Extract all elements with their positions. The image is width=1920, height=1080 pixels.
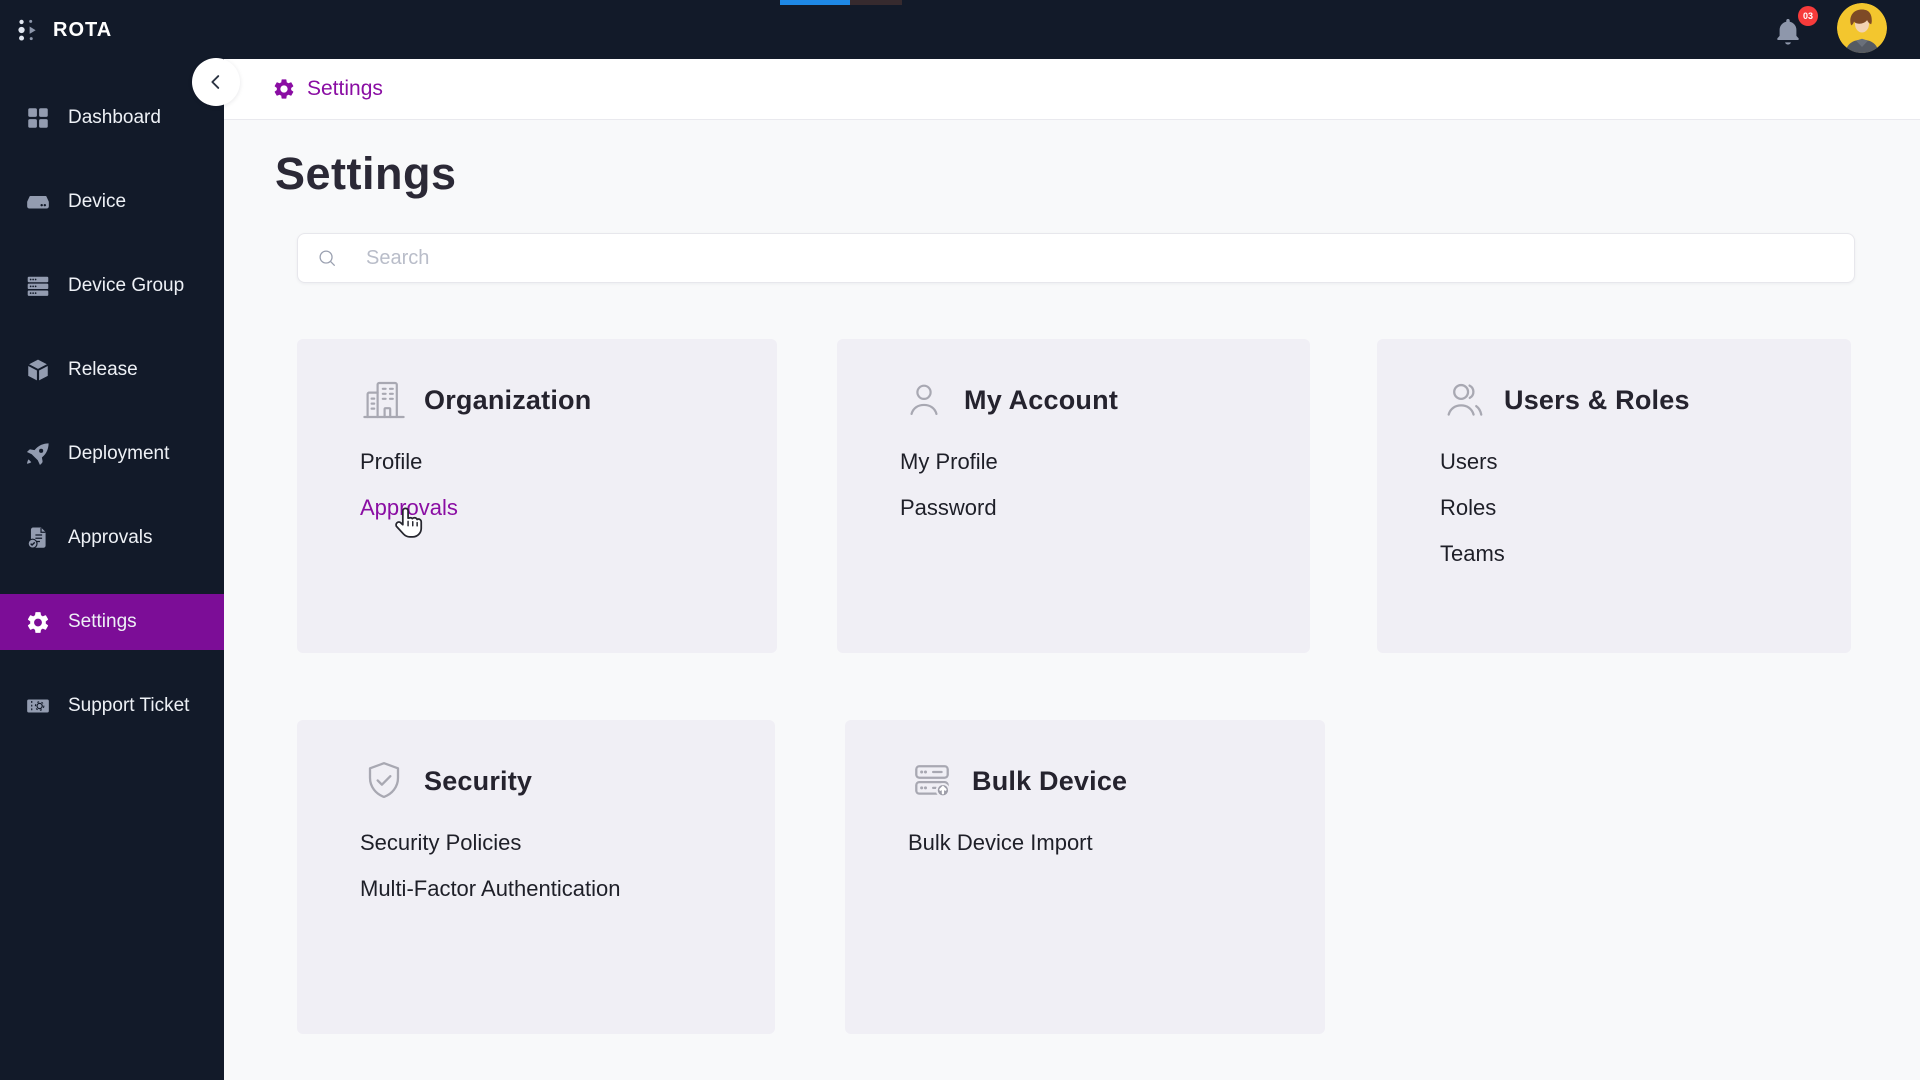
user-icon — [900, 376, 948, 424]
link-teams[interactable]: Teams — [1440, 541, 1505, 567]
sidebar: ROTA Dashboard Device Device Group Relea… — [0, 0, 224, 1080]
search-input[interactable] — [366, 246, 1854, 270]
shield-check-icon — [360, 757, 408, 805]
notification-badge: 03 — [1798, 6, 1818, 26]
device-icon — [25, 189, 51, 215]
card-header: Bulk Device — [908, 756, 1325, 806]
sidebar-item-device-group[interactable]: Device Group — [0, 258, 224, 314]
card-title: Users & Roles — [1504, 384, 1690, 415]
users-icon — [1440, 376, 1488, 424]
card-security: Security Security Policies Multi-Factor … — [297, 720, 775, 1034]
topbar: 03 — [0, 0, 1920, 60]
sidebar-item-support-ticket[interactable]: Support Ticket — [0, 678, 224, 734]
link-approvals[interactable]: Approvals — [360, 495, 458, 521]
sidebar-item-device[interactable]: Device — [0, 174, 224, 230]
sidebar-item-label: Deployment — [68, 443, 170, 464]
search-icon — [319, 250, 335, 266]
link-roles[interactable]: Roles — [1440, 495, 1496, 521]
card-links: Bulk Device Import — [908, 830, 1325, 876]
approvals-icon — [25, 525, 51, 551]
card-my-account: My Account My Profile Password — [837, 339, 1310, 653]
link-security-policies[interactable]: Security Policies — [360, 830, 521, 856]
search-bar — [297, 233, 1855, 283]
notifications-button[interactable]: 03 — [1772, 6, 1818, 52]
loading-bar — [780, 0, 850, 5]
card-links: Profile Approvals — [360, 449, 777, 541]
sidebar-item-label: Approvals — [68, 527, 153, 548]
loading-bar-track — [850, 0, 902, 5]
server-upload-icon — [908, 757, 956, 805]
sidebar-item-label: Device — [68, 191, 127, 212]
card-links: Security Policies Multi-Factor Authentic… — [360, 830, 775, 922]
app-screen: 03 ROTA Dashboard Device Device Group Re… — [0, 0, 1920, 1080]
card-title: Security — [424, 765, 533, 796]
card-title: Organization — [424, 384, 592, 415]
breadcrumb[interactable]: Settings — [307, 77, 383, 101]
app-logo: ROTA — [0, 0, 224, 60]
settings-icon — [25, 609, 51, 635]
card-links: Users Roles Teams — [1440, 449, 1851, 587]
app-name: ROTA — [53, 18, 113, 41]
link-password[interactable]: Password — [900, 495, 997, 521]
card-bulk-device: Bulk Device Bulk Device Import — [845, 720, 1325, 1034]
card-header: My Account — [900, 375, 1310, 425]
device-group-icon — [25, 273, 51, 299]
dashboard-icon — [25, 105, 51, 131]
sidebar-item-label: Release — [68, 359, 138, 380]
deployment-icon — [25, 441, 51, 467]
sidebar-item-label: Device Group — [68, 275, 185, 296]
sidebar-item-label: Settings — [68, 611, 137, 632]
sidebar-collapse-button[interactable] — [192, 58, 240, 106]
building-icon — [360, 376, 408, 424]
card-title: Bulk Device — [972, 765, 1128, 796]
rota-logo-icon — [18, 19, 36, 41]
card-links: My Profile Password — [900, 449, 1310, 541]
sidebar-item-label: Support Ticket — [68, 695, 190, 716]
sidebar-item-deployment[interactable]: Deployment — [0, 426, 224, 482]
page-title: Settings — [275, 148, 457, 199]
link-users[interactable]: Users — [1440, 449, 1497, 475]
card-users-roles: Users & Roles Users Roles Teams — [1377, 339, 1851, 653]
link-bulk-device-import[interactable]: Bulk Device Import — [908, 830, 1093, 856]
card-title: My Account — [964, 384, 1119, 415]
breadcrumb-bar: Settings — [224, 59, 1920, 120]
support-ticket-icon — [25, 693, 51, 719]
sidebar-item-label: Dashboard — [68, 107, 161, 128]
sidebar-item-release[interactable]: Release — [0, 342, 224, 398]
user-avatar-image — [1837, 3, 1887, 53]
link-my-profile[interactable]: My Profile — [900, 449, 998, 475]
link-multi-factor-authentication[interactable]: Multi-Factor Authentication — [360, 876, 620, 902]
sidebar-nav: Dashboard Device Device Group Release De… — [0, 90, 224, 734]
sidebar-item-approvals[interactable]: Approvals — [0, 510, 224, 566]
link-profile[interactable]: Profile — [360, 449, 422, 475]
chevron-left-icon — [211, 75, 220, 89]
release-icon — [25, 357, 51, 383]
card-organization: Organization Profile Approvals — [297, 339, 777, 653]
settings-gear-icon — [274, 79, 294, 99]
avatar[interactable] — [1837, 3, 1887, 53]
card-header: Security — [360, 756, 775, 806]
sidebar-item-dashboard[interactable]: Dashboard — [0, 90, 224, 146]
card-header: Users & Roles — [1440, 375, 1851, 425]
card-header: Organization — [360, 375, 777, 425]
main-content: Settings Organi — [224, 121, 1920, 1080]
sidebar-item-settings[interactable]: Settings — [0, 594, 224, 650]
